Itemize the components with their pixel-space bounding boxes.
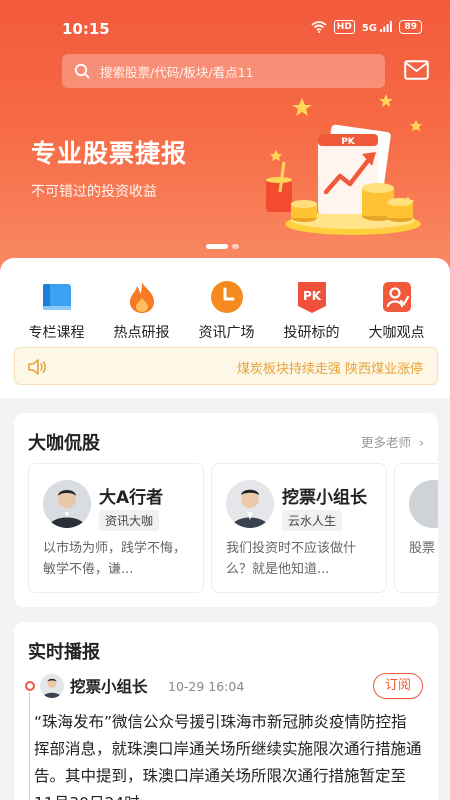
expert-desc: 股票 bbox=[409, 541, 436, 556]
nav-label: 大咖观点 bbox=[368, 325, 425, 341]
battery-icon: 89 bbox=[399, 20, 422, 34]
nav-item-expert-views[interactable]: 大咖观点 bbox=[354, 280, 439, 342]
nav-item-news-square[interactable]: 资讯广场 bbox=[184, 280, 269, 342]
more-label: 更多老师 bbox=[361, 435, 412, 450]
carousel-dot-active bbox=[206, 244, 228, 249]
expert-icon bbox=[380, 280, 414, 314]
search-placeholder: 搜索股票/代码/板块/看点11 bbox=[100, 64, 254, 80]
expert-card[interactable]: 大A行者 资讯大咖 以市场为师，践学不悔，敏学不倦，谦... bbox=[28, 463, 204, 593]
hero-banner[interactable]: 10:15 HD 5G 89 搜索股票/代码/板块/看点11 专业股票捷报 不可… bbox=[0, 0, 450, 275]
search-icon bbox=[74, 63, 90, 79]
signal-bars-icon bbox=[380, 20, 393, 32]
carousel-dot bbox=[232, 244, 239, 249]
hd-icon: HD bbox=[333, 20, 355, 34]
search-bar[interactable]: 搜索股票/代码/板块/看点11 bbox=[62, 54, 385, 88]
banner-subtitle: 不可错过的投资收益 bbox=[31, 184, 157, 200]
nav-label: 热点研报 bbox=[113, 325, 170, 341]
post-time: 10-29 16:04 bbox=[168, 679, 245, 694]
expert-desc: 以市场为师，践学不悔，敏学不倦，谦... bbox=[43, 541, 187, 577]
pk-icon: PK bbox=[295, 280, 329, 314]
expert-card[interactable]: 股票 bbox=[394, 463, 438, 593]
timeline-line bbox=[29, 692, 30, 800]
avatar bbox=[226, 480, 274, 528]
book-icon bbox=[40, 280, 74, 314]
nav-label: 专栏课程 bbox=[28, 325, 85, 341]
carousel-indicator bbox=[206, 244, 239, 249]
notice-bar[interactable]: 煤炭板块持续走强 陕西煤业涨停 bbox=[14, 347, 438, 385]
expert-tag: 云水人生 bbox=[282, 510, 343, 531]
status-time: 10:15 bbox=[62, 20, 110, 38]
post-author[interactable]: 挖票小组长 bbox=[70, 675, 148, 697]
avatar[interactable] bbox=[40, 674, 64, 698]
battery-level: 89 bbox=[404, 22, 417, 32]
subscribe-button[interactable]: 订阅 bbox=[373, 673, 423, 699]
nav-label: 资讯广场 bbox=[198, 325, 255, 341]
live-section: 实时播报 挖票小组长 10-29 16:04 订阅 “珠海发布”微信公众号援引珠… bbox=[14, 622, 438, 800]
clock-icon bbox=[210, 280, 244, 314]
nav-item-research-targets[interactable]: PK 投研标的 bbox=[269, 280, 354, 342]
expert-name: 挖票小组长 bbox=[282, 488, 367, 508]
quick-nav: 专栏课程 热点研报 资讯广场 PK 投研标的 大咖观点 bbox=[0, 280, 450, 342]
pk-icon-label: PK bbox=[302, 289, 321, 303]
post-content[interactable]: “珠海发布”微信公众号援引珠海市新冠肺炎疫情防控指挥部消息，就珠澳口岸通关场所继… bbox=[34, 709, 422, 800]
more-teachers-link[interactable]: 更多老师 › bbox=[361, 432, 424, 451]
avatar bbox=[409, 480, 438, 528]
notice-text: 煤炭板块持续走强 陕西煤业涨停 bbox=[236, 362, 423, 377]
nav-item-hot-reports[interactable]: 热点研报 bbox=[99, 280, 184, 342]
nav-item-courses[interactable]: 专栏课程 bbox=[14, 280, 99, 342]
network-type: 5G bbox=[361, 22, 377, 34]
section-title: 实时播报 bbox=[28, 642, 100, 663]
avatar bbox=[43, 480, 91, 528]
nav-label: 投研标的 bbox=[283, 325, 340, 341]
status-icons: HD 5G 89 bbox=[311, 20, 422, 34]
section-title: 大咖侃股 bbox=[28, 433, 100, 454]
expert-card[interactable]: 挖票小组长 云水人生 我们投资时不应该做什么？就是他知道... bbox=[211, 463, 387, 593]
signal-icon: 5G bbox=[361, 20, 393, 34]
banner-title: 专业股票捷报 bbox=[31, 139, 188, 168]
quick-nav-card: 专栏课程 热点研报 资讯广场 PK 投研标的 大咖观点 煤炭板块持续走强 陕西煤… bbox=[0, 258, 450, 398]
mail-icon[interactable] bbox=[404, 60, 429, 80]
experts-section: 大咖侃股 更多老师 › 大A行者 资讯大咖 以市场为师，践学不悔，敏学不倦，谦.… bbox=[14, 413, 438, 607]
timeline-dot bbox=[25, 681, 35, 691]
expert-name: 大A行者 bbox=[99, 488, 164, 508]
expert-tag: 资讯大咖 bbox=[99, 510, 160, 531]
coins-chart-illustration: PK bbox=[266, 94, 422, 235]
wifi-icon bbox=[311, 21, 327, 33]
chevron-right-icon: › bbox=[419, 435, 424, 450]
status-bar: 10:15 HD 5G 89 bbox=[0, 0, 450, 44]
flame-icon bbox=[125, 280, 159, 314]
expert-desc: 我们投资时不应该做什么？就是他知道... bbox=[226, 541, 357, 577]
banner-art-label: PK bbox=[341, 137, 356, 147]
speaker-icon bbox=[28, 359, 47, 375]
